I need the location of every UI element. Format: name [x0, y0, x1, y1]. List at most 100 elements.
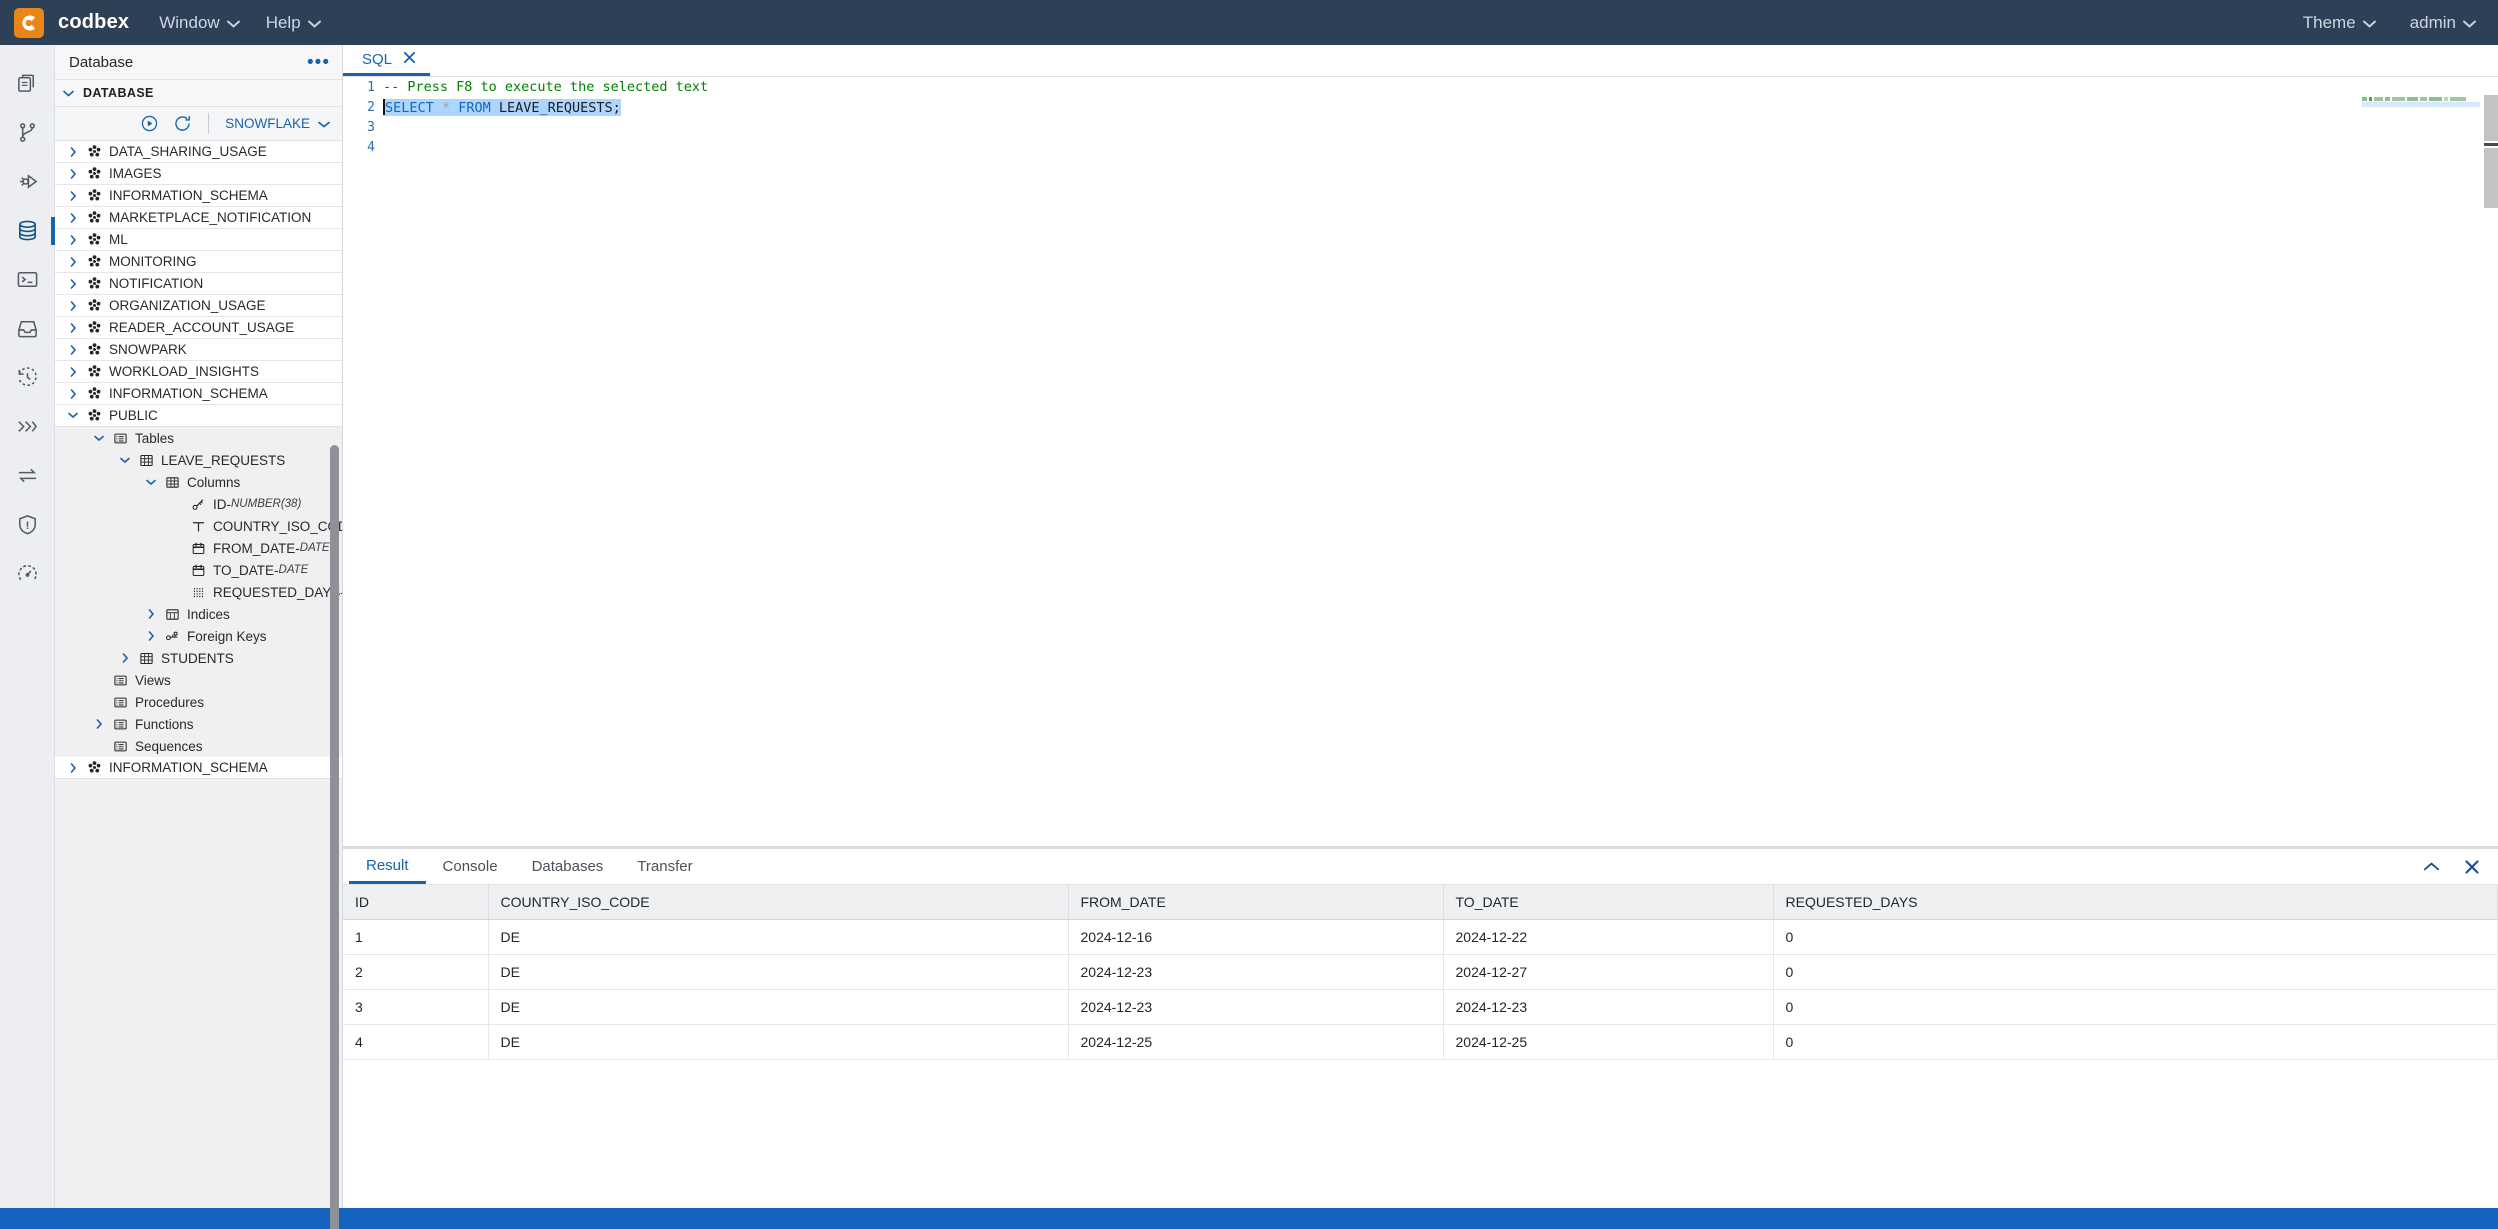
terminal-icon[interactable] [0, 255, 55, 304]
gauge-icon[interactable] [0, 549, 55, 598]
tree-item-requested-days[interactable]: REQUESTED_DAYS - NUMBER(38) [55, 581, 342, 603]
chevrons-right-icon[interactable] [0, 402, 55, 451]
menu-window[interactable]: Window [159, 13, 240, 33]
chevron-right-icon[interactable] [141, 609, 161, 619]
column-header-country_iso_code[interactable]: COUNTRY_ISO_CODE [488, 885, 1069, 920]
line-number: 3 [367, 119, 375, 135]
more-options-icon[interactable]: ••• [307, 53, 330, 72]
tree-item-leave-requests[interactable]: LEAVE_REQUESTS [55, 449, 342, 471]
chevron-right-icon[interactable] [63, 366, 83, 377]
result-tab-console[interactable]: Console [426, 849, 515, 884]
transfer-icon[interactable] [0, 451, 55, 500]
tree-item-to-date[interactable]: TO_DATE - DATE [55, 559, 342, 581]
tree-item-data-sharing-usage[interactable]: DATA_SHARING_USAGE [55, 141, 342, 163]
tree-item-country-iso-code[interactable]: COUNTRY_ISO_CODE - VARCHAR(2) [55, 515, 342, 537]
tree-item-snowpark[interactable]: SNOWPARK [55, 339, 342, 361]
refresh-icon[interactable] [173, 114, 192, 133]
collapse-panel-icon[interactable] [2423, 861, 2440, 872]
chevron-right-icon[interactable] [63, 190, 83, 201]
result-tab-databases[interactable]: Databases [515, 849, 621, 884]
run-play-circle-icon[interactable] [140, 114, 159, 133]
close-icon[interactable] [403, 51, 416, 67]
editor-scrollbar-lower[interactable] [2484, 148, 2498, 208]
chevron-right-icon[interactable] [63, 278, 83, 289]
section-header-database[interactable]: DATABASE [55, 79, 342, 107]
chevron-down-icon[interactable] [141, 479, 161, 486]
files-icon[interactable] [0, 59, 55, 108]
tree-item-images[interactable]: IMAGES [55, 163, 342, 185]
menu-help[interactable]: Help [266, 13, 321, 33]
tree-item-columns[interactable]: Columns [55, 471, 342, 493]
debug-run-icon[interactable] [0, 157, 55, 206]
chevron-right-icon[interactable] [141, 631, 161, 641]
tree-item-workload-insights[interactable]: WORKLOAD_INSIGHTS [55, 361, 342, 383]
git-branch-icon[interactable] [0, 108, 55, 157]
column-header-id[interactable]: ID [343, 885, 489, 920]
table-row[interactable]: 4 DE 2024-12-25 2024-12-25 0 [343, 1024, 2498, 1060]
tree-item-foreign-keys[interactable]: Foreign Keys [55, 625, 342, 647]
close-panel-icon[interactable] [2464, 859, 2480, 875]
tree-item-public[interactable]: PUBLIC [55, 405, 342, 427]
tree-item-id[interactable]: ID - NUMBER(38) [55, 493, 342, 515]
tree-item-information-schema[interactable]: INFORMATION_SCHEMA [55, 383, 342, 405]
results-tabbar: Result Console Databases Transfer [343, 849, 2498, 885]
chevron-right-icon[interactable] [63, 388, 83, 399]
history-icon[interactable] [0, 353, 55, 402]
result-tab-transfer[interactable]: Transfer [620, 849, 709, 884]
chevron-right-icon[interactable] [63, 762, 83, 773]
column-header-to_date[interactable]: TO_DATE [1443, 885, 1774, 920]
sql-table-name: LEAVE_REQUESTS; [498, 99, 621, 116]
database-icon[interactable] [0, 206, 55, 255]
chevron-right-icon[interactable] [63, 146, 83, 157]
tree-item-monitoring[interactable]: MONITORING [55, 251, 342, 273]
tree-item-students[interactable]: STUDENTS [55, 647, 342, 669]
datasource-select[interactable]: SNOWFLAKE [225, 116, 330, 131]
tab-sql[interactable]: SQL [343, 45, 431, 76]
column-header-requested_days[interactable]: REQUESTED_DAYS [1773, 885, 2498, 920]
tree-item-from-date[interactable]: FROM_DATE - DATE [55, 537, 342, 559]
cell-id: 1 [343, 919, 489, 955]
inbox-icon[interactable] [0, 304, 55, 353]
table-row[interactable]: 2 DE 2024-12-23 2024-12-27 0 [343, 954, 2498, 990]
database-tree[interactable]: DATA_SHARING_USAGE IMAGES INFORMATION_SCHE… [55, 141, 342, 1208]
tree-item-ml[interactable]: ML [55, 229, 342, 251]
tree-item-functions[interactable]: Functions [55, 713, 342, 735]
tree-item-notification[interactable]: NOTIFICATION [55, 273, 342, 295]
chevron-right-icon[interactable] [115, 653, 135, 663]
chevron-right-icon[interactable] [63, 322, 83, 333]
chevron-down-icon[interactable] [115, 457, 135, 464]
database-toolbar: SNOWFLAKE [55, 107, 342, 141]
chevron-down-icon[interactable] [89, 435, 109, 442]
chevron-right-icon[interactable] [63, 168, 83, 179]
editor-scrollbar[interactable] [2484, 95, 2498, 141]
tree-item-organization-usage[interactable]: ORGANIZATION_USAGE [55, 295, 342, 317]
tree-item-information-schema[interactable]: INFORMATION_SCHEMA [55, 185, 342, 207]
tree-item-indices[interactable]: Indices [55, 603, 342, 625]
tree-item-tables[interactable]: Tables [55, 427, 342, 449]
shield-icon[interactable] [0, 500, 55, 549]
chevron-right-icon[interactable] [63, 212, 83, 223]
result-grid-wrapper[interactable]: ID COUNTRY_ISO_CODE FROM_DATE TO_DATE REQUES… [343, 885, 2498, 1208]
tree-item-sequences[interactable]: Sequences [55, 735, 342, 757]
tree-item-procedures[interactable]: Procedures [55, 691, 342, 713]
sidebar-scrollbar[interactable] [330, 445, 339, 1229]
result-tab-result[interactable]: Result [349, 849, 426, 884]
chevron-right-icon[interactable] [63, 234, 83, 245]
chevron-right-icon[interactable] [63, 256, 83, 267]
tree-item-label: STUDENTS [161, 650, 234, 666]
chevron-right-icon[interactable] [63, 344, 83, 355]
editor-minimap[interactable] [2362, 97, 2482, 107]
chevron-down-icon[interactable] [63, 412, 83, 419]
table-row[interactable]: 1 DE 2024-12-16 2024-12-22 0 [343, 919, 2498, 955]
user-menu[interactable]: admin [2410, 13, 2476, 33]
tree-item-views[interactable]: Views [55, 669, 342, 691]
tree-item-marketplace-notification[interactable]: MARKETPLACE_NOTIFICATION [55, 207, 342, 229]
chevron-right-icon[interactable] [89, 719, 109, 729]
sql-editor[interactable]: 1 -- Press F8 to execute the selected te… [343, 77, 2498, 848]
tree-item-reader-account-usage[interactable]: READER_ACCOUNT_USAGE [55, 317, 342, 339]
chevron-right-icon[interactable] [63, 300, 83, 311]
theme-menu[interactable]: Theme [2303, 13, 2376, 33]
table-row[interactable]: 3 DE 2024-12-23 2024-12-23 0 [343, 989, 2498, 1025]
tree-item-information-schema[interactable]: INFORMATION_SCHEMA [55, 757, 342, 779]
column-header-from_date[interactable]: FROM_DATE [1068, 885, 1444, 920]
